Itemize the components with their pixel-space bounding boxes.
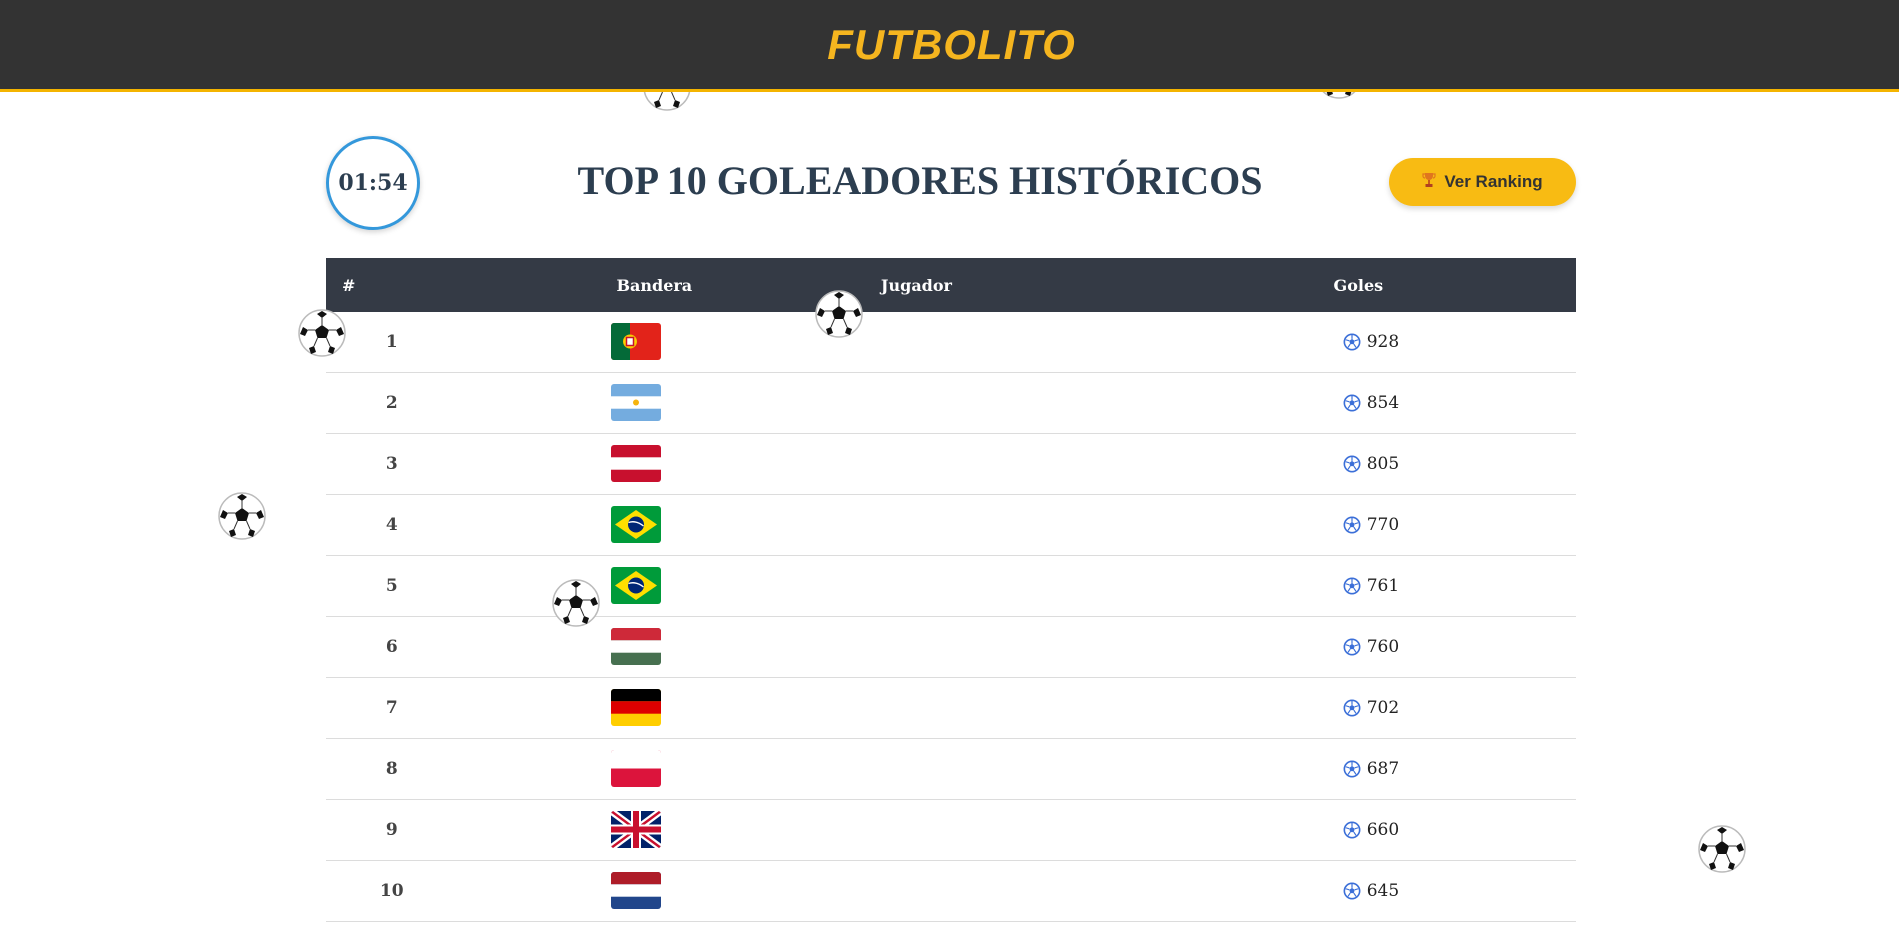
goals-value: 928: [1366, 332, 1400, 352]
goal-ball-icon: [1343, 882, 1361, 900]
table-header-row: # Bandera Jugador Goles: [326, 258, 1576, 312]
player-cell: [692, 555, 1141, 617]
table-row: 2 854: [326, 372, 1576, 434]
goals-cell: 854: [1140, 372, 1576, 434]
flag-hungary-icon: [611, 628, 662, 665]
top-scorers-table: # Bandera Jugador Goles 1 928 2 854 3 805 4 770…: [326, 258, 1576, 922]
brand-logo[interactable]: FUTBOLITO: [827, 21, 1076, 69]
goals-value: 702: [1366, 698, 1400, 718]
rank-cell: 7: [326, 677, 458, 739]
flag-cell: [457, 433, 693, 495]
flag-poland-icon: [611, 750, 662, 787]
table-row: 3 805: [326, 433, 1576, 495]
column-header-rank[interactable]: #: [326, 258, 458, 312]
flag-argentina-icon: [611, 384, 662, 421]
soccer-ball-icon: [297, 308, 347, 358]
flag-united-kingdom-icon: [611, 811, 662, 848]
player-cell: [692, 799, 1141, 861]
rank-cell: 8: [326, 738, 458, 800]
player-cell: [692, 677, 1141, 739]
flag-cell: [457, 372, 693, 434]
table-row: 8 687: [326, 738, 1576, 800]
rank-cell: 4: [326, 494, 458, 556]
column-header-flag[interactable]: Bandera: [457, 258, 693, 312]
player-cell: [692, 738, 1141, 800]
goals-cell: 805: [1140, 433, 1576, 495]
goals-value: 760: [1366, 637, 1400, 657]
view-ranking-button[interactable]: Ver Ranking: [1389, 158, 1576, 206]
table-row: 1 928: [326, 312, 1576, 373]
flag-brazil-icon: [611, 506, 662, 543]
table-row: 7 702: [326, 677, 1576, 739]
goals-value: 645: [1366, 881, 1400, 901]
goals-value: 805: [1366, 454, 1400, 474]
goal-ball-icon: [1343, 333, 1361, 351]
goals-value: 660: [1366, 820, 1400, 840]
trophy-icon: [1422, 172, 1436, 193]
view-ranking-label: Ver Ranking: [1444, 172, 1543, 191]
player-cell: [692, 616, 1141, 678]
goal-ball-icon: [1343, 699, 1361, 717]
goals-value: 687: [1366, 759, 1400, 779]
goals-cell: 761: [1140, 555, 1576, 617]
rank-cell: 10: [326, 860, 458, 922]
flag-portugal-icon: [611, 323, 662, 360]
flag-cell: [457, 799, 693, 861]
rank-cell: 5: [326, 555, 458, 617]
goals-cell: 660: [1140, 799, 1576, 861]
player-cell: [692, 312, 1141, 373]
goals-value: 761: [1366, 576, 1400, 596]
player-cell: [692, 372, 1141, 434]
player-cell: [692, 860, 1141, 922]
player-cell: [692, 433, 1141, 495]
rank-cell: 6: [326, 616, 458, 678]
rank-cell: 3: [326, 433, 458, 495]
goals-value: 770: [1366, 515, 1400, 535]
rank-cell: 2: [326, 372, 458, 434]
flag-cell: [457, 312, 693, 373]
column-header-player[interactable]: Jugador: [692, 258, 1141, 312]
soccer-ball-icon: [217, 491, 267, 541]
flag-netherlands-icon: [611, 872, 662, 909]
goal-ball-icon: [1343, 760, 1361, 778]
table-row: 5 761: [326, 555, 1576, 617]
flag-cell: [457, 860, 693, 922]
soccer-ball-icon: [814, 289, 864, 339]
column-header-goals[interactable]: Goles: [1140, 258, 1576, 312]
goal-ball-icon: [1343, 394, 1361, 412]
page-title: TOP 10 GOLEADORES HISTÓRICOS: [577, 158, 1263, 203]
goal-ball-icon: [1343, 638, 1361, 656]
flag-austria-icon: [611, 445, 662, 482]
goal-ball-icon: [1343, 821, 1361, 839]
flag-cell: [457, 494, 693, 556]
table-row: 4 770: [326, 494, 1576, 556]
table-row: 10 645: [326, 860, 1576, 922]
goal-ball-icon: [1343, 455, 1361, 473]
goals-value: 854: [1366, 393, 1400, 413]
soccer-ball-icon: [551, 578, 601, 628]
rank-cell: 9: [326, 799, 458, 861]
goal-ball-icon: [1343, 516, 1361, 534]
goal-ball-icon: [1343, 577, 1361, 595]
goals-cell: 702: [1140, 677, 1576, 739]
goals-cell: 928: [1140, 312, 1576, 373]
table-row: 6 760: [326, 616, 1576, 678]
goals-cell: 760: [1140, 616, 1576, 678]
flag-germany-icon: [611, 689, 662, 726]
flag-cell: [457, 738, 693, 800]
flag-cell: [457, 677, 693, 739]
soccer-ball-icon: [1697, 824, 1747, 874]
goals-cell: 645: [1140, 860, 1576, 922]
player-cell: [692, 494, 1141, 556]
goals-cell: 687: [1140, 738, 1576, 800]
flag-brazil-icon: [611, 567, 662, 604]
top-navbar: FUTBOLITO: [0, 0, 1899, 92]
countdown-timer: 01:54: [326, 136, 420, 230]
table-row: 9 660: [326, 799, 1576, 861]
goals-cell: 770: [1140, 494, 1576, 556]
